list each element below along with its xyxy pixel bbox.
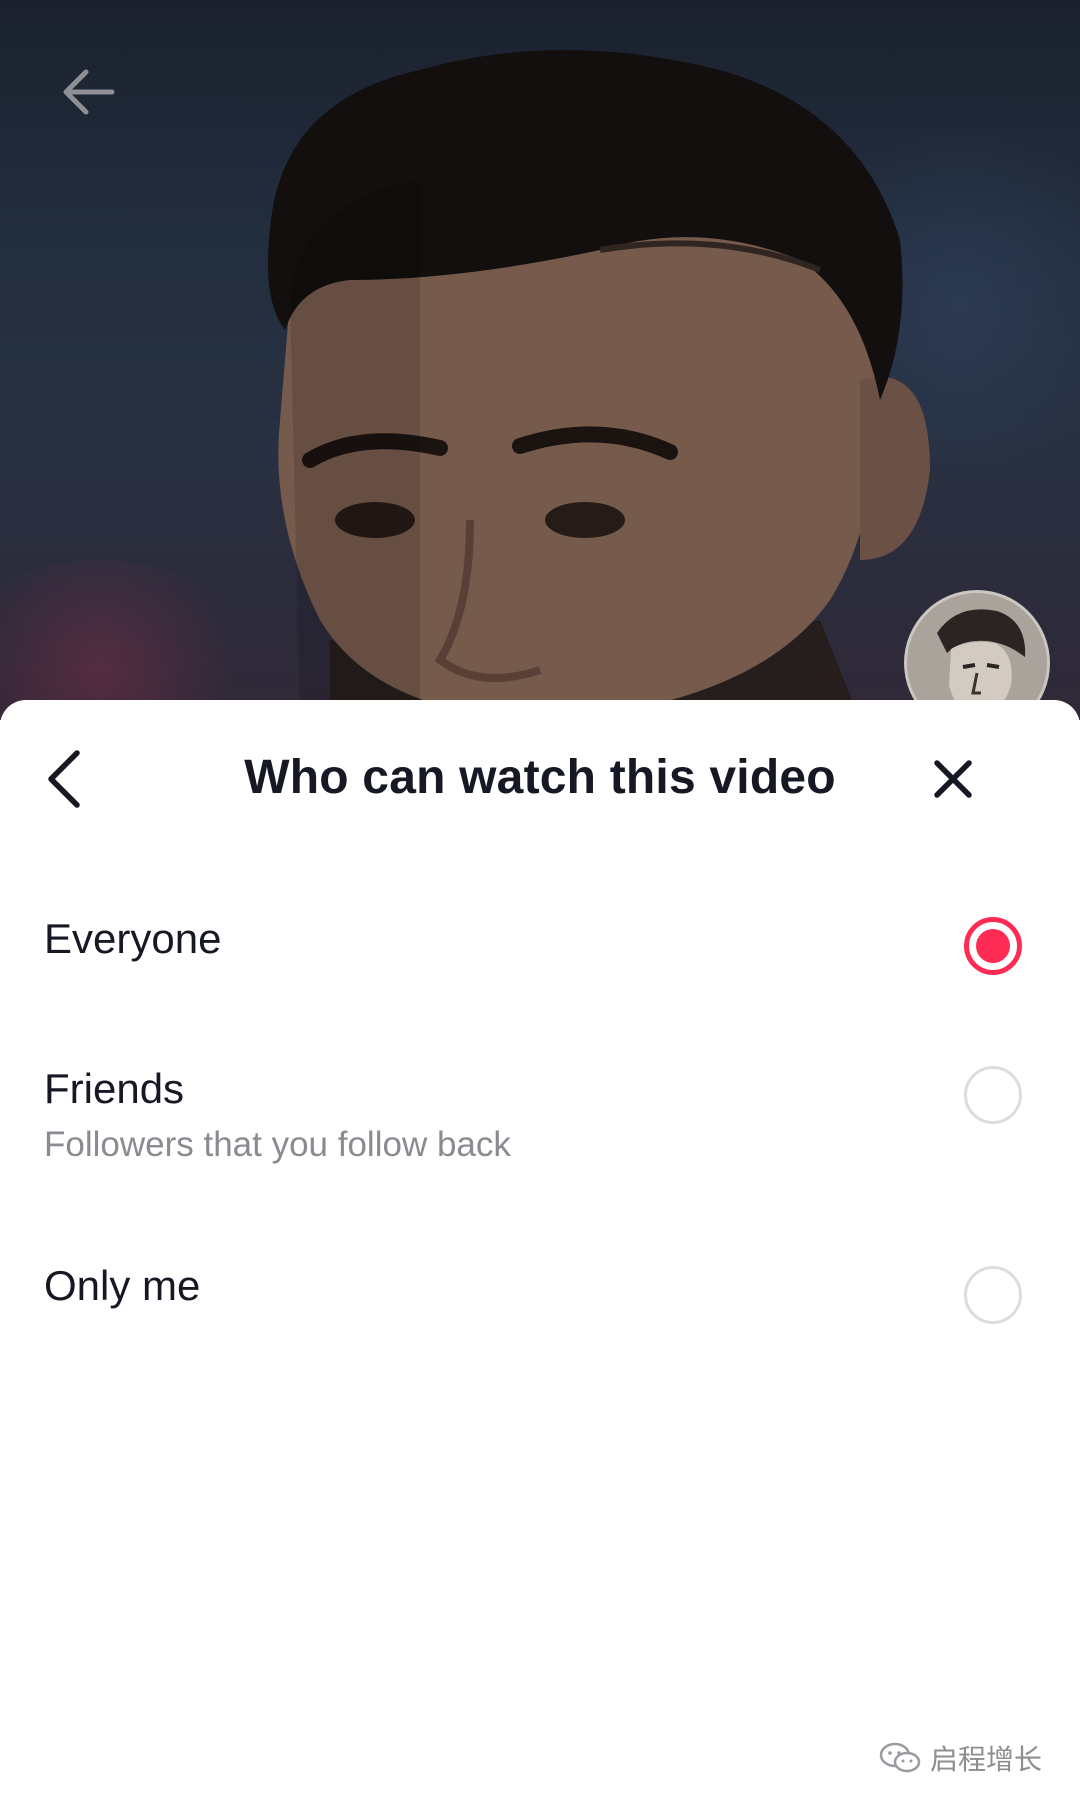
option-friends[interactable]: Friends Followers that you follow back xyxy=(0,1020,1080,1200)
option-label: Everyone xyxy=(44,915,222,962)
option-only-me[interactable]: Only me xyxy=(0,1220,1080,1360)
option-everyone[interactable]: Everyone xyxy=(0,860,1080,1000)
option-label: Friends xyxy=(44,1065,185,1112)
screen: Who can watch this video Everyone Friend… xyxy=(0,0,1080,1816)
radio-selected-everyone[interactable] xyxy=(964,917,1022,975)
back-button[interactable] xyxy=(56,60,120,124)
sheet-header: Who can watch this video xyxy=(0,700,1080,860)
arrow-left-icon xyxy=(63,69,115,115)
close-icon xyxy=(934,760,972,798)
option-label: Only me xyxy=(44,1262,201,1309)
privacy-sheet: Who can watch this video Everyone Friend… xyxy=(0,700,1080,1816)
radio-friends[interactable] xyxy=(964,1066,1022,1124)
wechat-icon xyxy=(879,1742,921,1773)
option-subtitle: Followers that you follow back xyxy=(44,1125,511,1164)
watermark: 启程增长 xyxy=(878,1738,1042,1778)
close-button[interactable] xyxy=(918,744,988,814)
watermark-text: 启程增长 xyxy=(930,1744,1043,1775)
radio-only-me[interactable] xyxy=(964,1266,1022,1324)
video-preview xyxy=(0,0,1080,720)
